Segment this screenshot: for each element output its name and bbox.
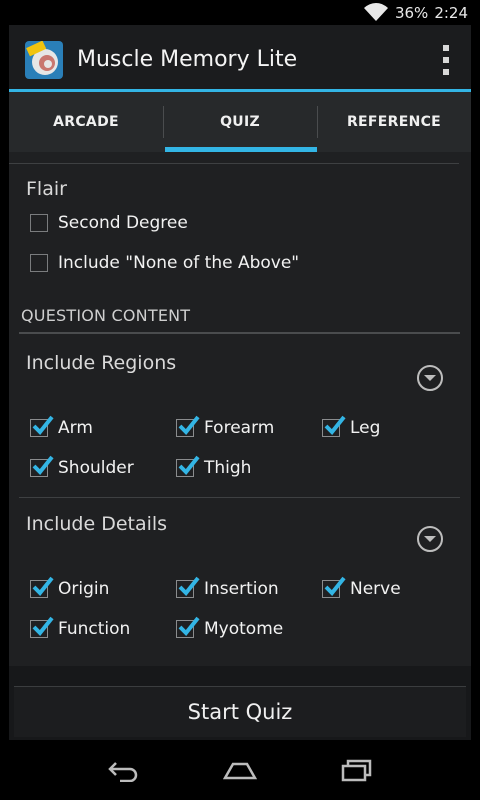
tab-reference[interactable]: REFERENCE — [317, 92, 471, 152]
expand-regions-icon[interactable] — [417, 365, 443, 391]
nav-bar — [0, 740, 480, 800]
check-icon — [32, 576, 54, 596]
clock: 2:24 — [434, 3, 468, 22]
check-icon — [32, 415, 54, 435]
divider — [19, 497, 460, 498]
checkbox-checked[interactable] — [322, 415, 346, 437]
check-icon — [324, 415, 346, 435]
expand-details-icon[interactable] — [417, 526, 443, 552]
option-none-of-the-above[interactable]: Include "None of the Above" — [30, 253, 299, 273]
check-icon — [324, 576, 346, 596]
detail-function[interactable]: Function — [30, 616, 131, 639]
option-label: Nerve — [350, 579, 401, 599]
start-quiz-button[interactable]: Start Quiz — [14, 687, 466, 737]
wifi-icon — [363, 3, 388, 22]
option-label: Shoulder — [58, 458, 134, 478]
region-forearm[interactable]: Forearm — [176, 415, 275, 438]
detail-insertion[interactable]: Insertion — [176, 576, 279, 599]
regions-title: Include Regions — [26, 352, 177, 374]
recents-icon[interactable] — [339, 758, 373, 782]
status-bar: 36% 2:24 — [0, 0, 480, 25]
detail-myotome[interactable]: Myotome — [176, 616, 284, 639]
checkbox-checked[interactable] — [176, 576, 200, 598]
check-icon — [32, 616, 54, 636]
tab-arcade[interactable]: ARCADE — [9, 92, 163, 152]
option-label: Forearm — [204, 418, 275, 438]
status-icons: 36% 2:24 — [363, 3, 468, 22]
check-icon — [178, 576, 200, 596]
details-title: Include Details — [26, 513, 168, 535]
region-thigh[interactable]: Thigh — [176, 455, 252, 478]
back-icon[interactable] — [106, 758, 140, 782]
region-arm[interactable]: Arm — [30, 415, 93, 438]
tab-bar: ARCADE QUIZ REFERENCE — [9, 92, 471, 152]
region-shoulder[interactable]: Shoulder — [30, 455, 134, 478]
detail-nerve[interactable]: Nerve — [322, 576, 401, 599]
option-second-degree[interactable]: Second Degree — [30, 213, 188, 233]
divider — [19, 332, 460, 334]
question-content-header: QUESTION CONTENT — [21, 306, 191, 325]
option-label: Thigh — [204, 458, 252, 478]
app-title: Muscle Memory Lite — [77, 47, 298, 72]
option-label: Myotome — [204, 619, 284, 639]
option-label: Include "None of the Above" — [58, 253, 300, 273]
checkbox-checked[interactable] — [30, 455, 54, 477]
quiz-settings: Flair Second Degree Include "None of the… — [9, 152, 471, 666]
app-logo-icon[interactable] — [25, 41, 63, 79]
option-label: Insertion — [204, 579, 279, 599]
checkbox[interactable] — [30, 214, 48, 232]
divider — [9, 163, 459, 164]
check-icon — [32, 455, 54, 475]
checkbox-checked[interactable] — [322, 576, 346, 598]
checkbox-checked[interactable] — [30, 415, 54, 437]
check-icon — [178, 415, 200, 435]
option-label: Arm — [58, 418, 93, 438]
checkbox-checked[interactable] — [176, 415, 200, 437]
region-leg[interactable]: Leg — [322, 415, 381, 438]
action-bar: Muscle Memory Lite — [9, 25, 471, 90]
flair-title: Flair — [26, 178, 67, 200]
home-icon[interactable] — [223, 758, 257, 782]
checkbox-checked[interactable] — [176, 616, 200, 638]
check-icon — [178, 616, 200, 636]
option-label: Function — [58, 619, 131, 639]
checkbox[interactable] — [30, 254, 48, 272]
start-area: Start Quiz — [9, 666, 471, 740]
checkbox-checked[interactable] — [30, 576, 54, 598]
option-label: Leg — [350, 418, 381, 438]
checkbox-checked[interactable] — [30, 616, 54, 638]
checkbox-checked[interactable] — [176, 455, 200, 477]
tab-quiz[interactable]: QUIZ — [163, 92, 317, 152]
option-label: Second Degree — [58, 213, 188, 233]
overflow-menu-icon[interactable] — [441, 45, 451, 75]
check-icon — [178, 455, 200, 475]
option-label: Origin — [58, 579, 110, 599]
battery-percent: 36% — [394, 3, 429, 22]
detail-origin[interactable]: Origin — [30, 576, 110, 599]
